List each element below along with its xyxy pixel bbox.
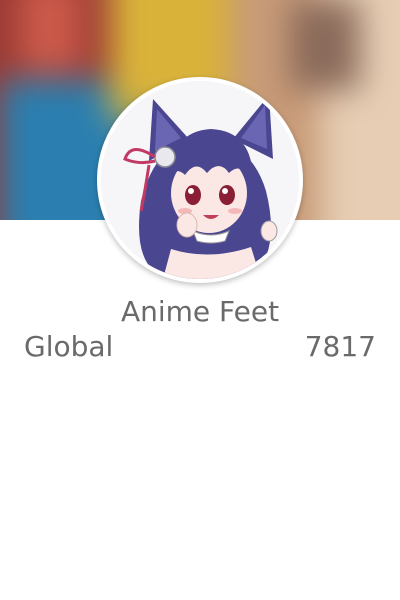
avatar[interactable] — [97, 77, 303, 283]
stat-label: Global — [24, 330, 114, 363]
profile-card: Anime Feet Global 7817 — [0, 0, 400, 600]
profile-name: Anime Feet — [120, 295, 280, 328]
stat-value: 7817 — [304, 330, 376, 363]
anime-catgirl-avatar-icon — [101, 81, 299, 279]
